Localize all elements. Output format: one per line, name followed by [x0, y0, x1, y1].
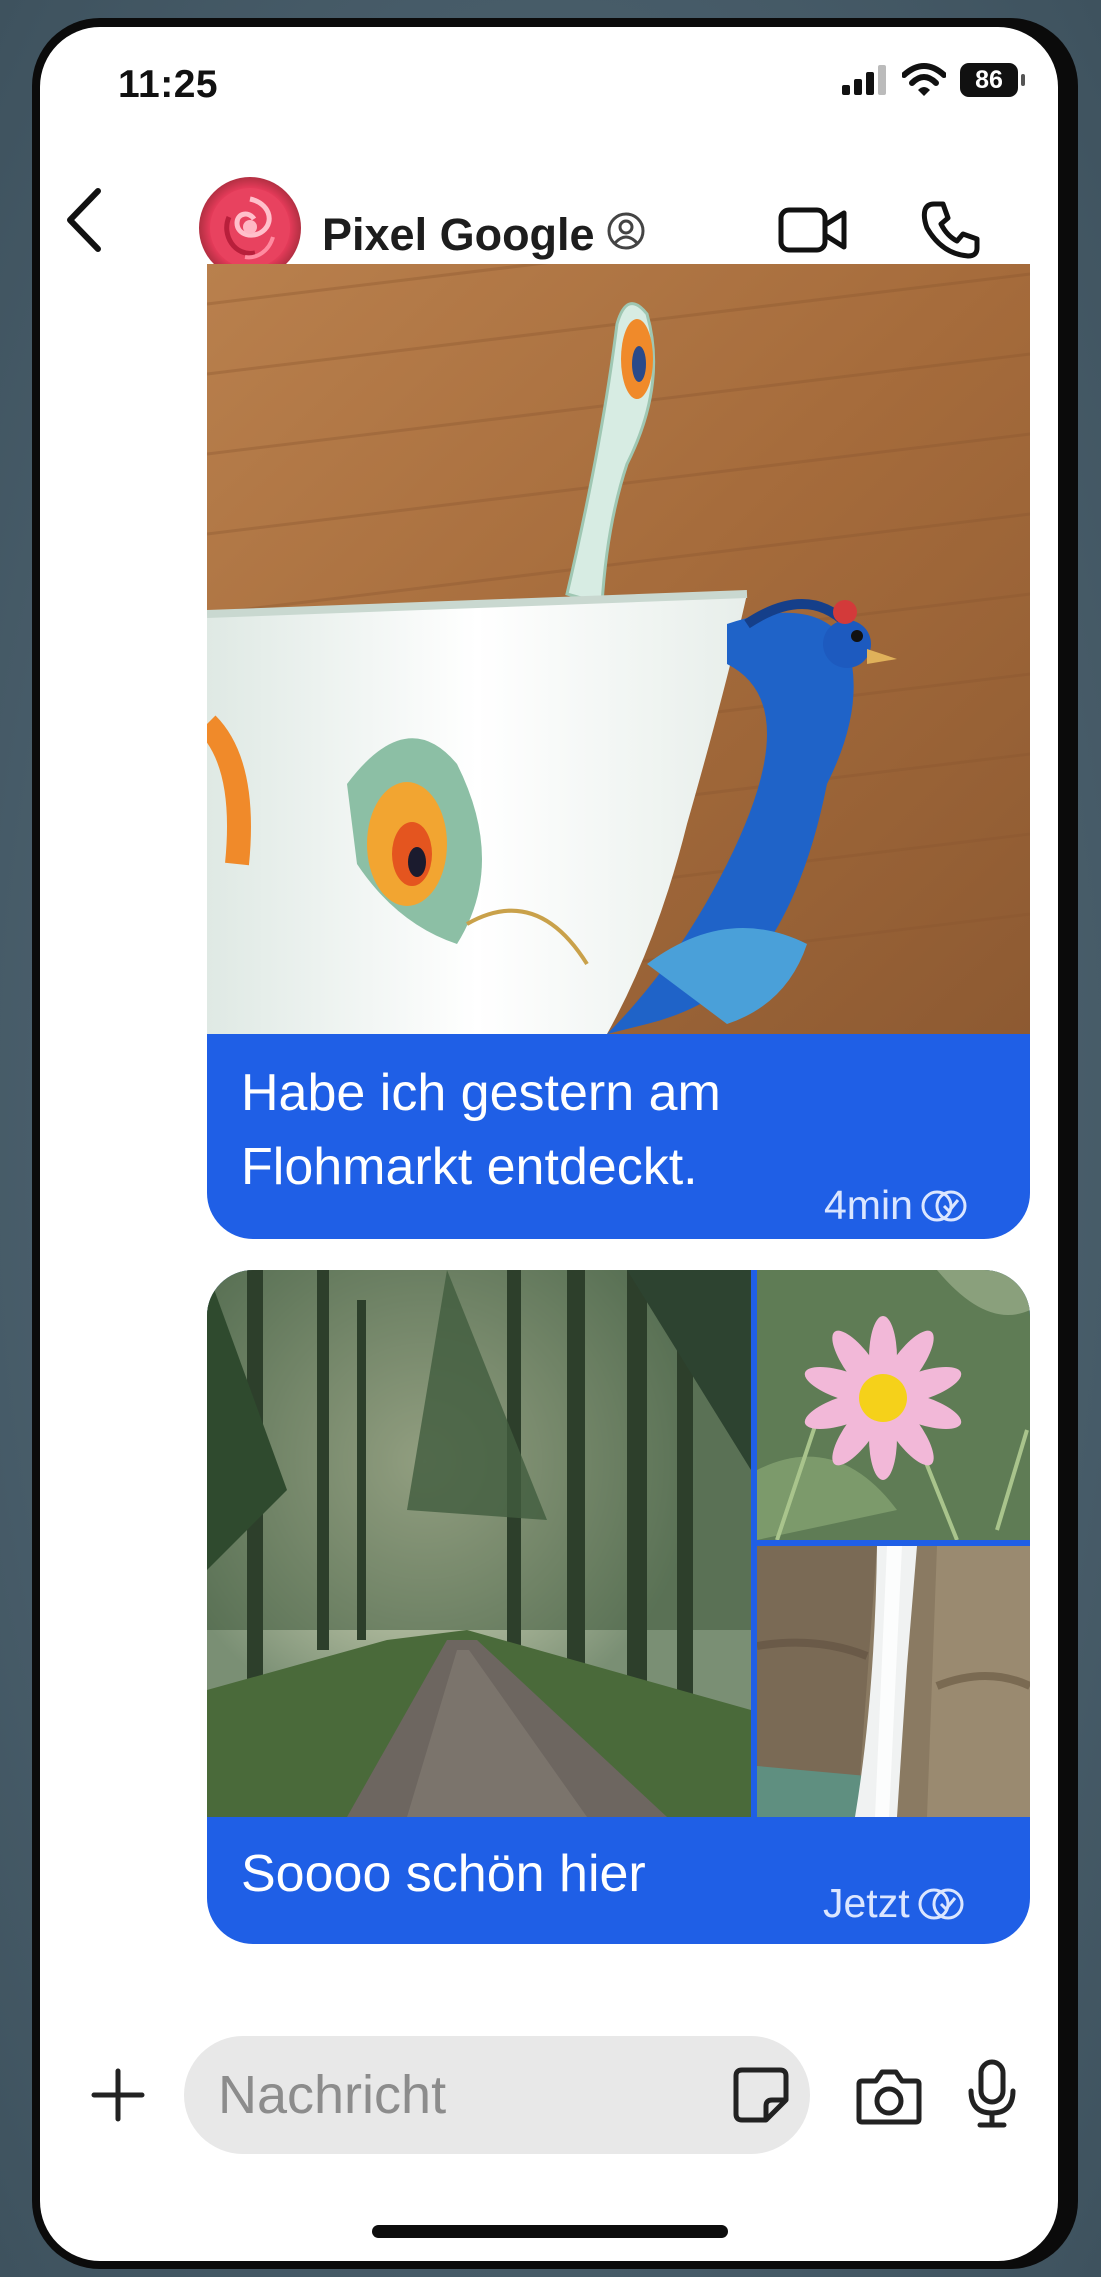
plus-icon[interactable] — [88, 2065, 148, 2125]
home-indicator[interactable] — [372, 2225, 728, 2238]
message-composer — [40, 2027, 1058, 2157]
photo-peacock-cup[interactable] — [207, 264, 1030, 1034]
message-input-container[interactable] — [184, 2036, 810, 2154]
read-receipt-icon — [921, 1190, 967, 1221]
daisy-photo-illustration — [757, 1270, 1030, 1540]
battery-level: 86 — [975, 65, 1003, 94]
forest-photo-illustration — [207, 1270, 751, 1817]
message-bubble-1[interactable]: Habe ich gestern am Flohmarkt entdeckt. … — [207, 264, 1030, 1239]
message-1-line-1: Habe ich gestern am — [241, 1064, 721, 1122]
photo-daisy[interactable] — [757, 1270, 1030, 1540]
wifi-icon — [902, 63, 946, 96]
battery-indicator: 86 — [960, 63, 1025, 97]
read-receipt-icon — [918, 1888, 964, 1919]
message-1-line-2: Flohmarkt entdeckt. — [241, 1138, 698, 1196]
phone-call-icon[interactable] — [920, 199, 982, 261]
back-arrow-icon[interactable] — [60, 185, 108, 255]
message-bubble-2[interactable]: Soooo schön hier Jetzt — [207, 1270, 1030, 1944]
signal-icon — [842, 65, 886, 95]
status-bar: 11:25 86 — [40, 27, 1058, 137]
cup-photo-illustration — [207, 264, 1030, 1034]
message-2-text: Soooo schön hier — [241, 1845, 646, 1903]
chat-screen: 11:25 86 Pixel Google Habe ich gestern a… — [40, 27, 1058, 2261]
chat-header: Pixel Google — [40, 147, 1058, 279]
microphone-icon[interactable] — [966, 2059, 1018, 2129]
waterfall-photo-illustration — [757, 1546, 1030, 1817]
status-icons: 86 — [842, 63, 1025, 97]
sticker-icon[interactable] — [732, 2066, 790, 2124]
contact-info-icon[interactable] — [606, 211, 646, 251]
status-time: 11:25 — [118, 63, 219, 106]
photo-waterfall[interactable] — [757, 1546, 1030, 1817]
contact-name[interactable]: Pixel Google — [322, 209, 595, 261]
message-2-time: Jetzt — [823, 1880, 910, 1926]
photo-forest-path[interactable] — [207, 1270, 751, 1817]
message-1-time: 4min — [824, 1182, 913, 1228]
message-input[interactable] — [216, 2054, 690, 2136]
video-call-icon[interactable] — [778, 203, 848, 257]
message-2-meta: Jetzt — [823, 1880, 968, 1927]
message-1-meta: 4min — [824, 1182, 971, 1229]
camera-icon[interactable] — [856, 2067, 922, 2125]
message-1-text: Habe ich gestern am Flohmarkt entdeckt. — [241, 1056, 721, 1204]
